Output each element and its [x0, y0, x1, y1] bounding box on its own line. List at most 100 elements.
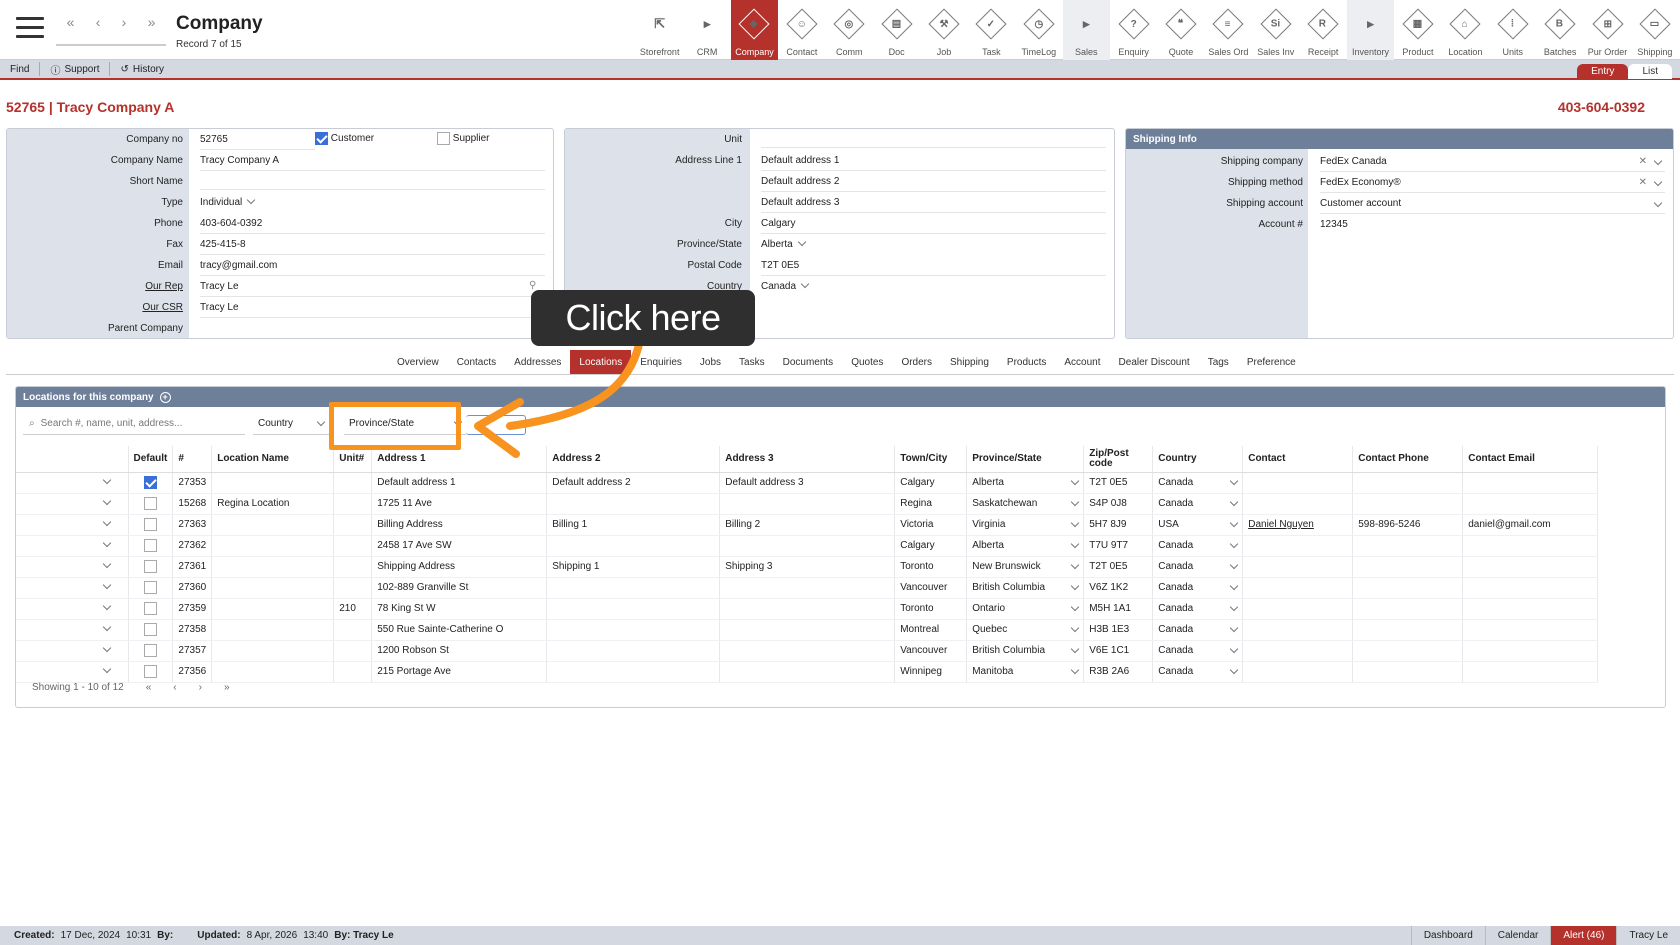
tab-tags[interactable]: Tags	[1199, 350, 1238, 374]
table-row[interactable]: 27357 1200 Robson St Vancouver British Colu…	[16, 640, 1599, 662]
module-crm[interactable]: ▸ CRM	[683, 0, 730, 60]
default-checkbox[interactable]	[143, 518, 157, 531]
table-row[interactable]: 27359 210 78 King St W Toronto Ontario M5H 1A…	[16, 598, 1599, 620]
column-header[interactable]: Location Name	[211, 446, 335, 473]
column-header[interactable]: Address 3	[719, 446, 896, 473]
country-select[interactable]: Canada	[1158, 665, 1239, 677]
province-cell[interactable]: British Columbia	[966, 640, 1085, 662]
chevron-down-icon[interactable]	[102, 622, 111, 632]
module-task[interactable]: ✓ Task	[968, 0, 1015, 60]
table-row[interactable]: 27353 Default address 1 Default address 2D…	[16, 472, 1599, 494]
default-cell[interactable]	[128, 619, 174, 641]
calendar-button[interactable]: Calendar	[1484, 926, 1551, 945]
default-checkbox[interactable]	[143, 602, 157, 615]
table-row[interactable]: 27362 2458 17 Ave SW Calgary Alberta T7U 9T7…	[16, 535, 1599, 557]
last-record-icon[interactable]: »	[148, 14, 156, 44]
account-number-field[interactable]: 12345	[1320, 219, 1665, 234]
country-cell[interactable]: Canada	[1152, 661, 1244, 683]
tab-shipping[interactable]: Shipping	[941, 350, 998, 374]
default-cell[interactable]	[128, 472, 174, 494]
module-enquiry[interactable]: ? Enquiry	[1110, 0, 1157, 60]
next-record-icon[interactable]: ›	[122, 14, 127, 44]
list-view-button[interactable]: List	[1628, 64, 1672, 79]
province-cell[interactable]: British Columbia	[966, 577, 1085, 599]
province-select[interactable]: Quebec	[972, 623, 1080, 635]
add-location-icon[interactable]: +	[159, 391, 171, 403]
our-csr-field[interactable]: Tracy Le	[200, 302, 545, 318]
supplier-check[interactable]	[437, 132, 450, 145]
chevron-down-icon[interactable]	[102, 601, 111, 611]
default-checkbox[interactable]	[143, 476, 157, 489]
module-product[interactable]: ▦ Product	[1394, 0, 1441, 60]
module-comm[interactable]: ◎ Comm	[826, 0, 873, 60]
default-checkbox[interactable]	[143, 560, 157, 573]
prev-record-icon[interactable]: ‹	[96, 14, 101, 44]
province-select[interactable]: Saskatchewan	[972, 497, 1080, 509]
address-line-3-field[interactable]: Default address 3	[761, 197, 1106, 213]
column-header[interactable]: Province/State	[966, 446, 1085, 473]
column-header[interactable]: Country	[1152, 446, 1244, 473]
table-row[interactable]: 15268 Regina Location 1725 11 Ave Regina Sas…	[16, 493, 1599, 515]
default-cell[interactable]	[128, 598, 174, 620]
country-select[interactable]: Canada	[1158, 581, 1239, 593]
module-storefront[interactable]: ⇱ Storefront	[636, 0, 683, 60]
country-cell[interactable]: Canada	[1152, 598, 1244, 620]
tab-quotes[interactable]: Quotes	[842, 350, 892, 374]
company-no-field[interactable]: 52765	[200, 134, 315, 150]
company-name-field[interactable]: Tracy Company A	[200, 155, 545, 171]
tab-dealer-discount[interactable]: Dealer Discount	[1110, 350, 1199, 374]
dashboard-button[interactable]: Dashboard	[1410, 926, 1485, 945]
province-select[interactable]: Alberta	[761, 237, 831, 254]
tab-products[interactable]: Products	[998, 350, 1055, 374]
default-checkbox[interactable]	[143, 581, 157, 594]
chevron-down-icon[interactable]	[102, 664, 111, 674]
support-button[interactable]: ⓘ Support	[40, 59, 109, 79]
table-row[interactable]: 27363 Billing Address Billing 1 Billing 2 Vi…	[16, 514, 1599, 536]
our-rep-field[interactable]: Tracy Le	[200, 281, 545, 297]
clear-icon[interactable]: ✕	[1639, 177, 1647, 188]
country-select[interactable]: Canada	[1158, 623, 1239, 635]
module-receipt[interactable]: R Receipt	[1299, 0, 1346, 60]
customer-checkbox[interactable]: Customer	[315, 132, 374, 145]
country-cell[interactable]: Canada	[1152, 577, 1244, 599]
chevron-down-icon[interactable]	[102, 580, 111, 590]
column-header[interactable]: Town/City	[894, 446, 968, 473]
default-checkbox[interactable]	[143, 539, 157, 552]
shipping-company-select[interactable]: FedEx Canada ✕	[1320, 156, 1665, 172]
address-line-2-field[interactable]: Default address 2	[761, 176, 1106, 192]
expand-cell[interactable]	[16, 535, 129, 557]
address-line-1-field[interactable]: Default address 1	[761, 155, 1106, 171]
column-header[interactable]: Contact Email	[1462, 446, 1599, 473]
expand-cell[interactable]	[16, 514, 129, 536]
province-select[interactable]: Manitoba	[972, 665, 1080, 677]
tab-jobs[interactable]: Jobs	[691, 350, 730, 374]
default-cell[interactable]	[128, 640, 174, 662]
email-field[interactable]: tracy@gmail.com	[200, 260, 545, 276]
default-cell[interactable]	[128, 577, 174, 599]
province-cell[interactable]: Alberta	[966, 535, 1085, 557]
country-select[interactable]: Canada	[1158, 602, 1239, 614]
module-sales-inv[interactable]: Si Sales Inv	[1252, 0, 1299, 60]
province-select[interactable]: Ontario	[972, 602, 1080, 614]
prev-page-icon[interactable]: ‹	[173, 682, 176, 693]
unit-field[interactable]	[761, 134, 1106, 148]
default-cell[interactable]	[128, 514, 174, 536]
tab-overview[interactable]: Overview	[388, 350, 448, 374]
chevron-down-icon[interactable]	[102, 559, 111, 569]
country-cell[interactable]: Canada	[1152, 472, 1244, 494]
shipping-method-select[interactable]: FedEx Economy® ✕	[1320, 177, 1665, 193]
module-location[interactable]: ⌂ Location	[1442, 0, 1489, 60]
our-rep-link[interactable]: Our Rep	[145, 281, 183, 292]
first-record-icon[interactable]: «	[67, 14, 75, 44]
province-cell[interactable]: Manitoba	[966, 661, 1085, 683]
province-select[interactable]: Alberta	[972, 476, 1080, 488]
tab-account[interactable]: Account	[1055, 350, 1109, 374]
table-row[interactable]: 27361 Shipping Address Shipping 1 Shipping …	[16, 556, 1599, 578]
contact-link[interactable]: Daniel Nguyen	[1248, 519, 1314, 530]
chevron-down-icon[interactable]	[102, 538, 111, 548]
search-input[interactable]: ⌕ Search #, name, unit, address...	[23, 413, 245, 435]
entry-view-button[interactable]: Entry	[1577, 64, 1629, 79]
chevron-down-icon[interactable]	[102, 517, 111, 527]
table-row[interactable]: 27360 102-889 Granville St Vancouver Britis…	[16, 577, 1599, 599]
phone-field[interactable]: 403-604-0392	[200, 218, 545, 234]
